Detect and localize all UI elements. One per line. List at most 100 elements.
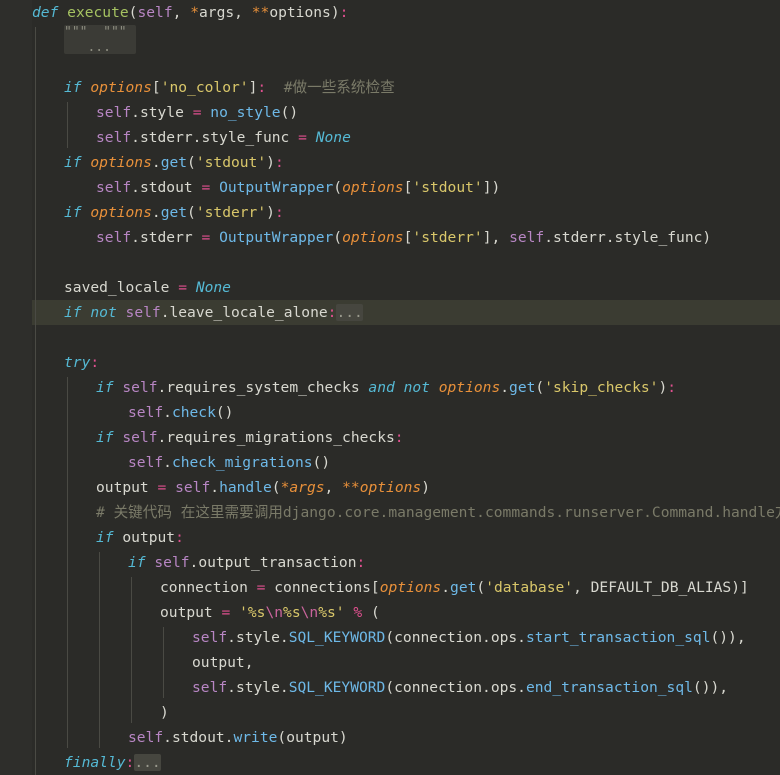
code-token: None: [195, 279, 231, 296]
code-token: 'stdout': [412, 179, 483, 196]
code-token: =: [298, 129, 307, 146]
code-token: *: [190, 4, 199, 21]
code-line[interactable]: try:: [0, 350, 780, 375]
code-token: check: [171, 404, 216, 421]
code-token: ops: [490, 629, 518, 646]
code-token: self: [125, 304, 161, 321]
code-token: .: [163, 729, 172, 746]
code-token: .: [131, 104, 140, 121]
code-token: :: [257, 79, 267, 96]
code-line[interactable]: if output:: [0, 525, 780, 550]
code-token: .: [151, 204, 161, 221]
code-token: self: [192, 629, 228, 646]
code-line[interactable]: def execute(self, *args, **options):: [0, 0, 780, 25]
code-token: connection: [160, 579, 248, 596]
code-line[interactable]: finally:...: [0, 750, 780, 775]
code-token: end_transaction_sql: [525, 679, 693, 696]
code-line[interactable]: if self.requires_system_checks and not o…: [0, 375, 780, 400]
code-line[interactable]: if not self.leave_locale_alone:...: [0, 300, 780, 325]
code-token: .: [279, 679, 289, 696]
code-token: stdout: [139, 179, 193, 196]
code-content[interactable]: def execute(self, *args, **options): if …: [0, 0, 780, 775]
code-token: (: [187, 204, 196, 221]
code-token: if: [96, 379, 114, 396]
code-token: stderr: [139, 229, 193, 246]
code-line[interactable]: self.stderr.style_func = None: [0, 125, 780, 150]
code-token: .: [157, 379, 167, 396]
code-token: SQL_KEYWORD: [288, 629, 386, 646]
code-token: 'stderr': [412, 229, 483, 246]
code-line[interactable]: output,: [0, 650, 780, 675]
code-token: =: [221, 604, 231, 621]
code-line[interactable]: self.stdout.write(output): [0, 725, 780, 750]
code-line[interactable]: saved_locale = None: [0, 275, 780, 300]
code-line[interactable]: if options['no_color']: #做一些系统检查: [0, 75, 780, 100]
code-line[interactable]: self.check_migrations(): [0, 450, 780, 475]
code-token: ,: [234, 4, 252, 21]
code-line[interactable]: self.style.SQL_KEYWORD(connection.ops.en…: [0, 675, 780, 700]
code-token: ,: [172, 4, 191, 21]
code-token: :: [356, 554, 366, 571]
code-token: execute: [67, 4, 129, 21]
code-line[interactable]: self.check(): [0, 400, 780, 425]
code-token: (: [476, 579, 486, 596]
code-line[interactable]: output = self.handle(*args, **options): [0, 475, 780, 500]
code-token: .: [151, 154, 161, 171]
code-line[interactable]: if self.output_transaction:: [0, 550, 780, 575]
code-token: \n: [265, 604, 284, 621]
code-editor-pane[interactable]: def execute(self, *args, **options): if …: [0, 0, 780, 775]
code-line[interactable]: self.style = no_style(): [0, 100, 780, 125]
code-line[interactable]: self.stderr = OutputWrapper(options['std…: [0, 225, 780, 250]
code-token: saved_locale: [64, 279, 170, 296]
code-line[interactable]: if options.get('stderr'):: [0, 200, 780, 225]
code-token: (: [333, 229, 343, 246]
code-token: style_func: [201, 129, 290, 146]
code-line[interactable]: ): [0, 700, 780, 725]
code-line[interactable]: if options.get('stdout'):: [0, 150, 780, 175]
code-token: get: [450, 579, 477, 596]
code-line[interactable]: self.style.SQL_KEYWORD(connection.ops.st…: [0, 625, 780, 650]
code-token: requires_migrations_checks: [166, 429, 395, 446]
code-token: .: [517, 679, 526, 696]
code-token: ): [160, 704, 169, 721]
code-token: 'stderr': [195, 204, 267, 221]
code-token: try: [64, 354, 91, 371]
code-token: self: [96, 179, 132, 196]
code-token: None: [315, 129, 351, 146]
code-token: start_transaction_sql: [525, 629, 711, 646]
code-token: self: [96, 129, 132, 146]
code-token: get: [509, 379, 536, 396]
code-token: (): [312, 454, 331, 471]
code-fold-placeholder[interactable]: ...: [336, 304, 363, 321]
code-line[interactable]: self.stdout = OutputWrapper(options['std…: [0, 175, 780, 200]
docstring-fold-placeholder[interactable]: """ """ ...: [64, 25, 136, 54]
code-fold-placeholder[interactable]: ...: [134, 754, 161, 771]
code-token: options: [90, 154, 152, 171]
code-token: (: [385, 679, 395, 696]
code-token: style_func: [614, 229, 703, 246]
code-line[interactable]: if self.requires_migrations_checks:: [0, 425, 780, 450]
code-token: :: [667, 379, 677, 396]
code-token: :: [90, 354, 100, 371]
code-line[interactable]: [0, 250, 780, 275]
code-line[interactable]: [0, 325, 780, 350]
code-line[interactable]: connection = connections[options.get('da…: [0, 575, 780, 600]
code-token: .: [210, 479, 220, 496]
code-line[interactable]: output = '%s\n%s\n%s' % (: [0, 600, 780, 625]
code-token: options: [90, 79, 152, 96]
code-token: self: [192, 679, 228, 696]
code-token: output_transaction: [198, 554, 357, 571]
code-token: ,: [324, 479, 343, 496]
code-token: .: [227, 629, 236, 646]
code-token: ()): [710, 629, 737, 646]
code-token: ]): [482, 179, 501, 196]
code-line[interactable]: # 关键代码 在这里需要调用django.core.management.com…: [0, 500, 780, 525]
code-token: :: [125, 754, 135, 771]
